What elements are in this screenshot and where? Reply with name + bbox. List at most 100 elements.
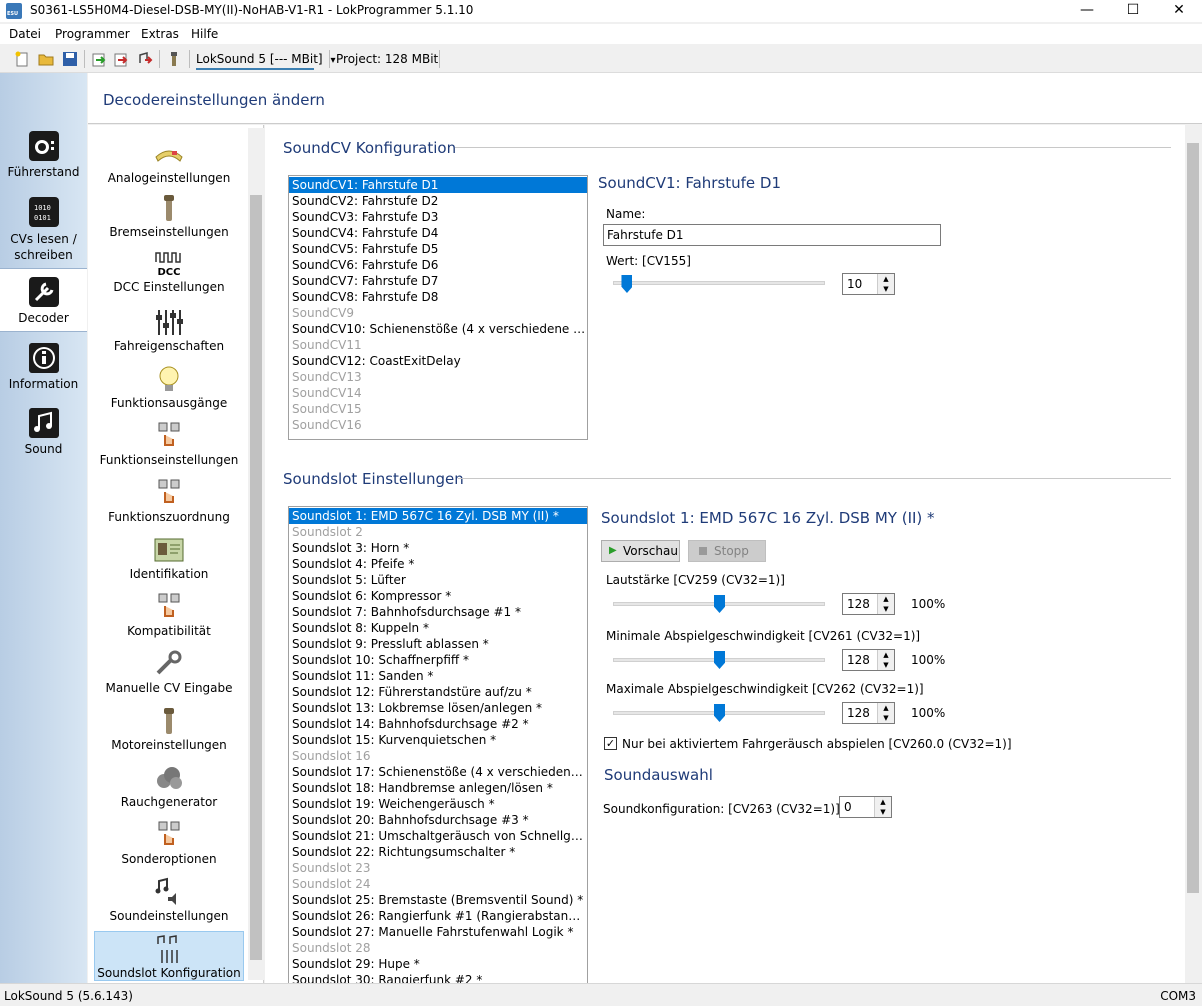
- soundcv-list-item[interactable]: SoundCV2: Fahrstufe D2: [289, 193, 587, 209]
- stepper-down-icon[interactable]: ▼: [878, 660, 894, 670]
- soundslot-list-item[interactable]: Soundslot 2: [289, 524, 587, 540]
- preview-button[interactable]: ▶ Vorschau: [601, 540, 680, 562]
- soundslot-list-item[interactable]: Soundslot 15: Kurvenquietschen *: [289, 732, 587, 748]
- stepper-down-icon[interactable]: ▼: [878, 284, 894, 294]
- menu-datei[interactable]: Datei: [9, 27, 41, 41]
- soundslot-list-item[interactable]: Soundslot 19: Weichengeräusch *: [289, 796, 587, 812]
- soundslot-slider-thumb[interactable]: [714, 595, 725, 613]
- soundslot-list-item[interactable]: Soundslot 18: Handbremse anlegen/lösen *: [289, 780, 587, 796]
- menu-programmer[interactable]: Programmer: [55, 27, 130, 41]
- soundslot-list-item[interactable]: Soundslot 27: Manuelle Fahrstufenwahl Lo…: [289, 924, 587, 940]
- category-soundslot-konfiguration[interactable]: Soundslot Konfiguration: [94, 931, 244, 981]
- stepper-up-icon[interactable]: ▲: [878, 703, 894, 713]
- soundslot-list-item[interactable]: Soundslot 13: Lokbremse lösen/anlegen *: [289, 700, 587, 716]
- soundcv-listbox[interactable]: SoundCV1: Fahrstufe D1 SoundCV2: Fahrstuf…: [288, 175, 588, 440]
- soundslot-list-item[interactable]: Soundslot 5: Lüfter: [289, 572, 587, 588]
- cv-value-slider[interactable]: [613, 281, 825, 285]
- stepper-down-icon[interactable]: ▼: [878, 713, 894, 723]
- soundcv-list-item[interactable]: SoundCV11: [289, 337, 587, 353]
- rail-item-information[interactable]: Information: [0, 343, 87, 399]
- export-icon[interactable]: [113, 51, 129, 67]
- soundslot-list-item[interactable]: Soundslot 26: Rangierfunk #1 (Rangierabs…: [289, 908, 587, 924]
- soundslot-list-item[interactable]: Soundslot 24: [289, 876, 587, 892]
- soundslot-list-item[interactable]: Soundslot 6: Kompressor *: [289, 588, 587, 604]
- category-funktionseinstellungen[interactable]: Funktionseinstellungen: [94, 421, 244, 467]
- soundcv-list-item[interactable]: SoundCV5: Fahrstufe D5: [289, 241, 587, 257]
- stepper-up-icon[interactable]: ▲: [875, 797, 891, 807]
- soundslot-list-item[interactable]: Soundslot 21: Umschaltgeräusch von Schne…: [289, 828, 587, 844]
- sound-export-icon[interactable]: [137, 51, 153, 67]
- soundslot-list-item[interactable]: Soundslot 14: Bahnhofsdurchsage #2 *: [289, 716, 587, 732]
- category-kompatibilitaet[interactable]: Kompatibilität: [94, 592, 244, 638]
- new-file-icon[interactable]: [14, 51, 30, 67]
- soundcv-list-item[interactable]: SoundCV9: [289, 305, 587, 321]
- soundslot-list-item[interactable]: Soundslot 16: [289, 748, 587, 764]
- soundslot-list-item[interactable]: Soundslot 4: Pfeife *: [289, 556, 587, 572]
- soundcv-list-item[interactable]: SoundCV14: [289, 385, 587, 401]
- category-analogeinstellungen[interactable]: Analogeinstellungen: [94, 139, 244, 185]
- soundcv-list-item[interactable]: SoundCV13: [289, 369, 587, 385]
- stepper-up-icon[interactable]: ▲: [878, 274, 894, 284]
- fahrgeraeusch-checkbox[interactable]: ✓: [604, 737, 617, 750]
- stepper-up-icon[interactable]: ▲: [878, 594, 894, 604]
- soundcv-list-item[interactable]: SoundCV3: Fahrstufe D3: [289, 209, 587, 225]
- name-field[interactable]: Fahrstufe D1: [603, 224, 941, 246]
- soundcv-list-item[interactable]: SoundCV10: Schienenstöße (4 x verschiede…: [289, 321, 587, 337]
- category-funktionszuordnung[interactable]: Funktionszuordnung: [94, 478, 244, 524]
- category-sonderoptionen[interactable]: Sonderoptionen: [94, 820, 244, 866]
- soundslot-slider-thumb[interactable]: [714, 651, 725, 669]
- stepper-down-icon[interactable]: ▼: [875, 807, 891, 817]
- cv-value-stepper[interactable]: 10 ▲ ▼: [842, 273, 895, 295]
- open-folder-icon[interactable]: [38, 51, 54, 67]
- soundcv-list-item[interactable]: SoundCV12: CoastExitDelay: [289, 353, 587, 369]
- soundcv-list-item[interactable]: SoundCV8: Fahrstufe D8: [289, 289, 587, 305]
- category-soundeinstellungen[interactable]: Soundeinstellungen: [94, 877, 244, 923]
- soundcv-list-item[interactable]: SoundCV6: Fahrstufe D6: [289, 257, 587, 273]
- soundslot-list-item[interactable]: Soundslot 10: Schaffnerpfiff *: [289, 652, 587, 668]
- soundslot-list-item[interactable]: Soundslot 17: Schienenstöße (4 x verschi…: [289, 764, 587, 780]
- rail-item-decoder[interactable]: Decoder: [0, 268, 87, 332]
- soundslot-list-item[interactable]: Soundslot 22: Richtungsumschalter *: [289, 844, 587, 860]
- rail-item-sound[interactable]: Sound: [0, 408, 87, 464]
- soundslot-list-item[interactable]: Soundslot 8: Kuppeln *: [289, 620, 587, 636]
- category-fahreigenschaften[interactable]: Fahreigenschaften: [94, 307, 244, 353]
- soundcv-list-item[interactable]: SoundCV15: [289, 401, 587, 417]
- soundslot-list-item[interactable]: Soundslot 1: EMD 567C 16 Zyl. DSB MY (II…: [289, 508, 587, 524]
- soundcv-list-item[interactable]: SoundCV16: [289, 417, 587, 433]
- soundslot-list-item[interactable]: Soundslot 12: Führerstandstüre auf/zu *: [289, 684, 587, 700]
- stop-button[interactable]: Stopp: [688, 540, 766, 562]
- rail-item-fuehrerstand[interactable]: Führerstand: [0, 131, 87, 187]
- maximize-button[interactable]: ☐: [1110, 0, 1156, 22]
- category-manuelle-cv[interactable]: Manuelle CV Eingabe: [94, 649, 244, 695]
- soundslot-slider-thumb[interactable]: [714, 704, 725, 722]
- category-motoreinstellungen[interactable]: Motoreinstellungen: [94, 706, 244, 752]
- decoder-type-dropdown[interactable]: LokSound 5 [--- MBit] ▾: [196, 52, 335, 66]
- soundslot-list-item[interactable]: Soundslot 11: Sanden *: [289, 668, 587, 684]
- category-identifikation[interactable]: Identifikation: [94, 535, 244, 581]
- soundslot-listbox[interactable]: Soundslot 1: EMD 567C 16 Zyl. DSB MY (II…: [288, 506, 588, 983]
- soundslot-value-stepper[interactable]: 128 ▲ ▼: [842, 702, 895, 724]
- stepper-down-icon[interactable]: ▼: [878, 604, 894, 614]
- soundslot-list-item[interactable]: Soundslot 30: Rangierfunk #2 *: [289, 972, 587, 983]
- soundslot-list-item[interactable]: Soundslot 3: Horn *: [289, 540, 587, 556]
- soundslot-list-item[interactable]: Soundslot 7: Bahnhofsdurchsage #1 *: [289, 604, 587, 620]
- minimize-button[interactable]: —: [1064, 0, 1110, 22]
- main-scrollbar-thumb[interactable]: [1187, 143, 1199, 893]
- cv-value-slider-thumb[interactable]: [621, 275, 633, 293]
- programmer-tool-icon[interactable]: [166, 51, 182, 67]
- soundslot-value-stepper[interactable]: 128 ▲ ▼: [842, 649, 895, 671]
- category-bremseinstellungen[interactable]: Bremseinstellungen: [94, 193, 244, 239]
- soundslot-list-item[interactable]: Soundslot 9: Pressluft ablassen *: [289, 636, 587, 652]
- soundslot-list-item[interactable]: Soundslot 25: Bremstaste (Bremsventil So…: [289, 892, 587, 908]
- soundslot-list-item[interactable]: Soundslot 29: Hupe *: [289, 956, 587, 972]
- soundslot-list-item[interactable]: Soundslot 23: [289, 860, 587, 876]
- category-scrollbar-thumb[interactable]: [250, 195, 262, 960]
- category-rauchgenerator[interactable]: Rauchgenerator: [94, 763, 244, 809]
- category-dcc-einstellungen[interactable]: DCC DCC Einstellungen: [94, 250, 244, 294]
- soundconfig-stepper[interactable]: 0 ▲ ▼: [839, 796, 892, 818]
- soundslot-list-item[interactable]: Soundslot 28: [289, 940, 587, 956]
- menu-hilfe[interactable]: Hilfe: [191, 27, 218, 41]
- rail-item-cvs-lesen[interactable]: 1010 0101 CVs lesen / schreiben: [0, 197, 87, 267]
- close-button[interactable]: ✕: [1156, 0, 1202, 22]
- soundslot-value-stepper[interactable]: 128 ▲ ▼: [842, 593, 895, 615]
